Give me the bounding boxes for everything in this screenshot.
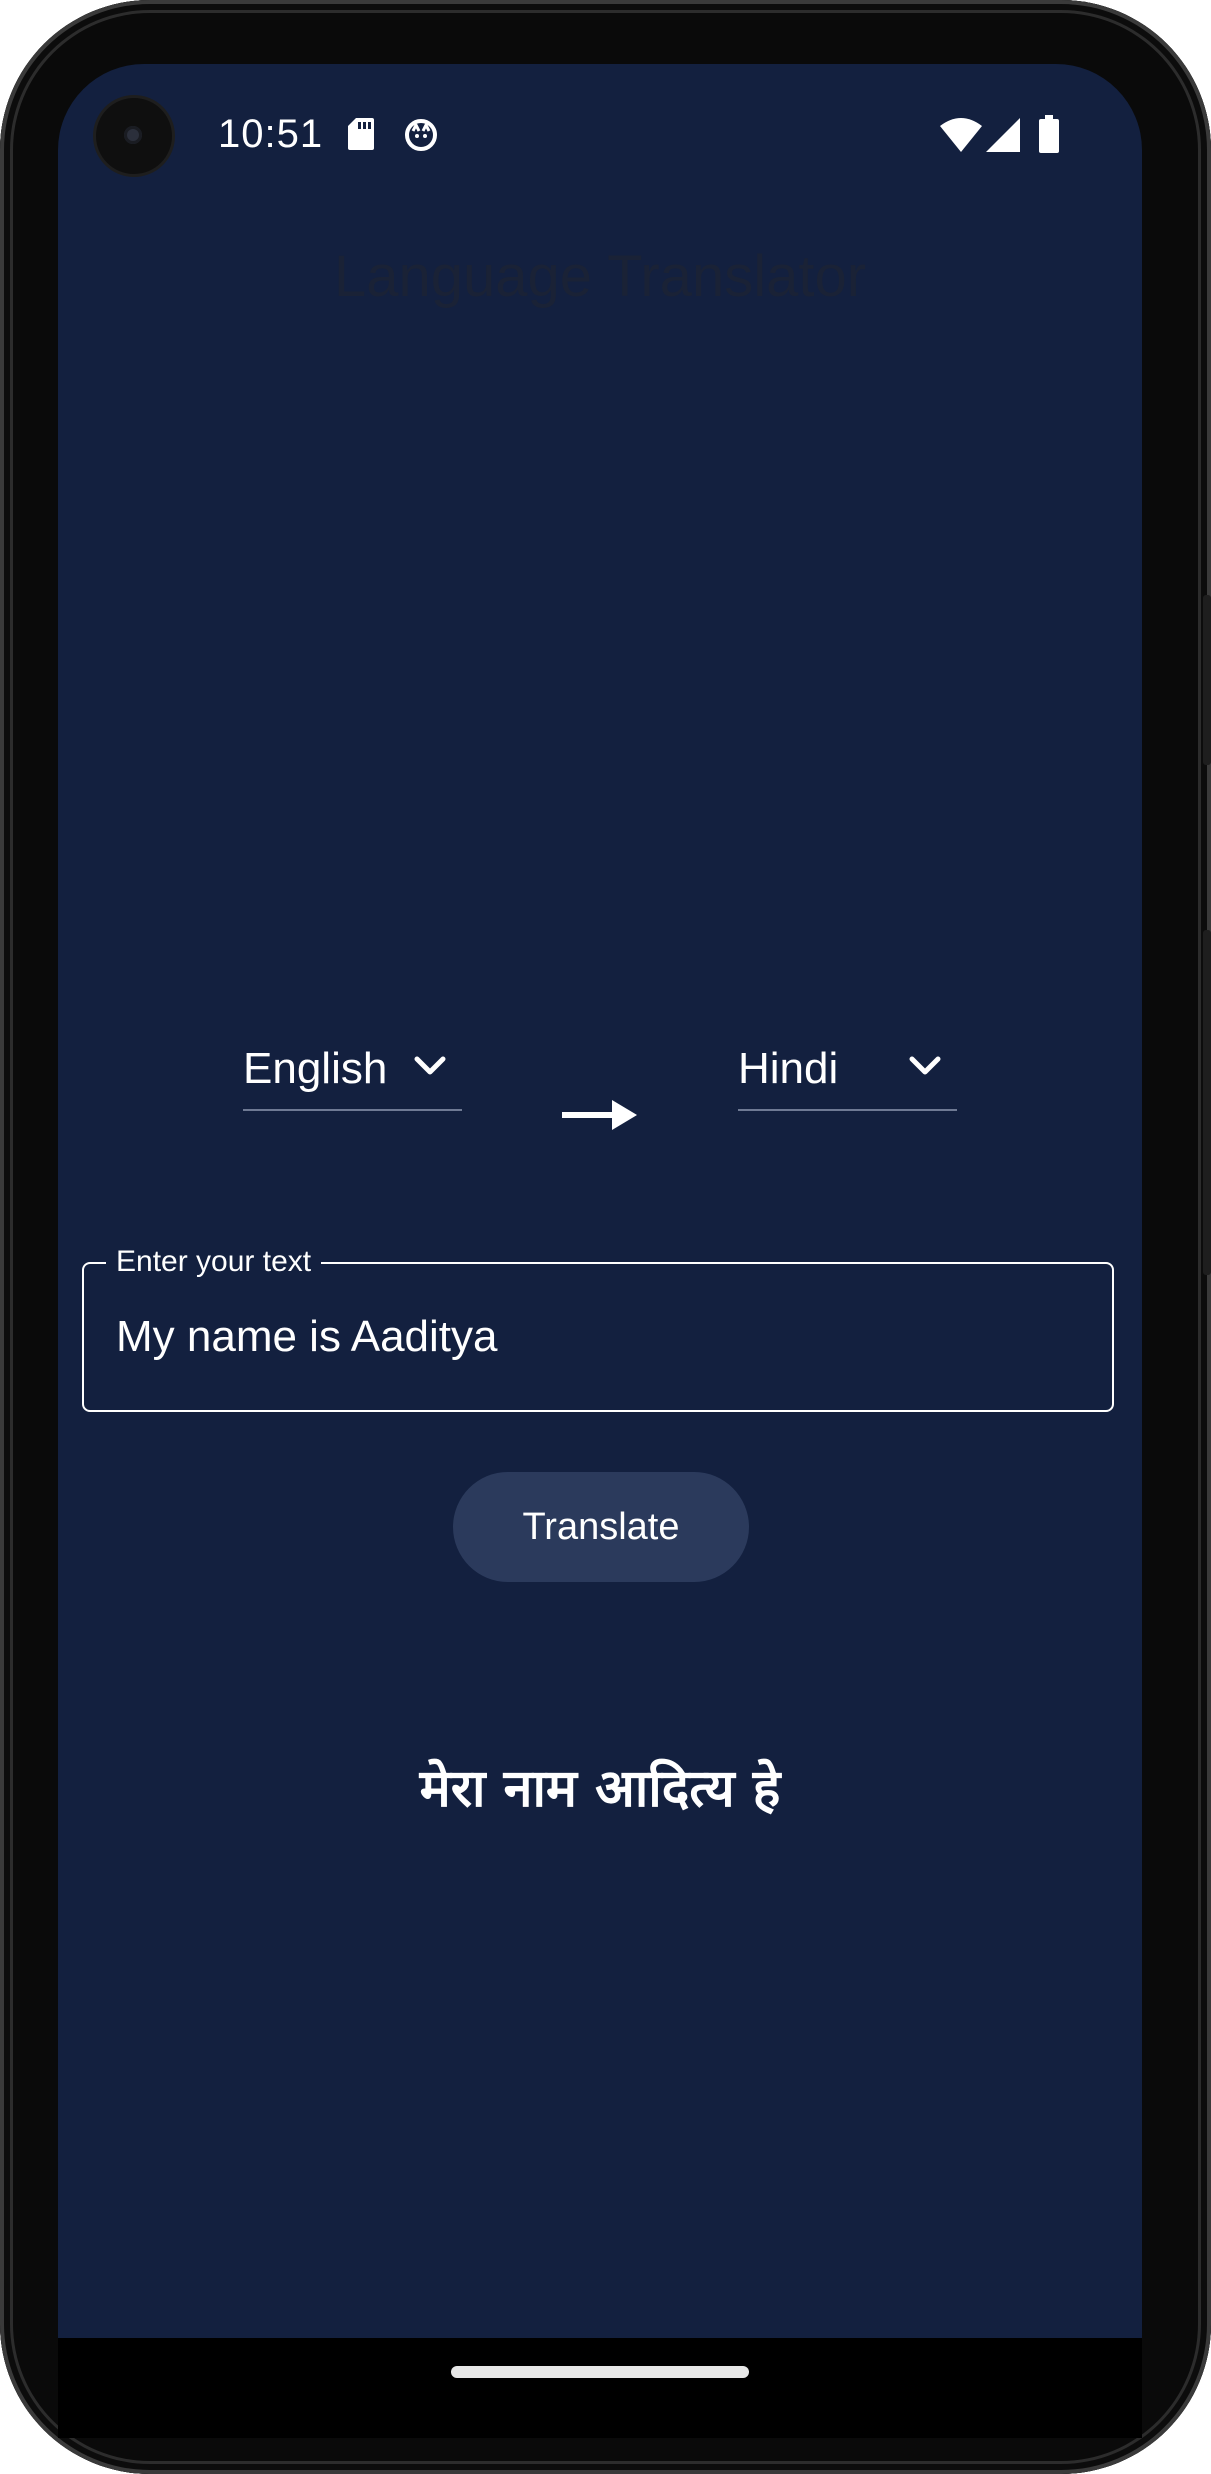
source-language-dropdown[interactable]: English [243, 1029, 462, 1111]
text-input-label: Enter your text [106, 1244, 322, 1280]
wifi-icon [940, 118, 982, 152]
chevron-down-icon [909, 1056, 941, 1075]
translate-button[interactable]: Translate [453, 1472, 749, 1582]
phone-frame: 10:51 Language Translator English Hindi … [0, 0, 1211, 2474]
translation-output: मेरा नाम आदित्य हे [419, 1759, 781, 1819]
page-title: Language Translator [333, 244, 867, 309]
battery-icon [1039, 115, 1059, 153]
front-camera [96, 98, 172, 174]
power-button [1203, 595, 1211, 765]
app-screen: 10:51 Language Translator English Hindi … [58, 64, 1142, 2338]
arrow-right-icon [562, 1100, 637, 1130]
text-input[interactable]: My name is Aaditya [116, 1312, 1076, 1362]
navigation-bar [58, 2338, 1142, 2438]
home-indicator[interactable] [451, 2366, 749, 2378]
notification-icon [405, 119, 437, 151]
source-language-label: English [243, 1044, 388, 1093]
target-language-dropdown[interactable]: Hindi [738, 1029, 957, 1111]
volume-button [1203, 930, 1211, 1275]
signal-icon [986, 118, 1020, 152]
chevron-down-icon [414, 1056, 446, 1075]
text-input-field[interactable]: Enter your text My name is Aaditya [82, 1244, 1114, 1412]
target-language-label: Hindi [738, 1044, 839, 1093]
status-time: 10:51 [218, 112, 324, 156]
sd-card-icon [348, 118, 374, 150]
